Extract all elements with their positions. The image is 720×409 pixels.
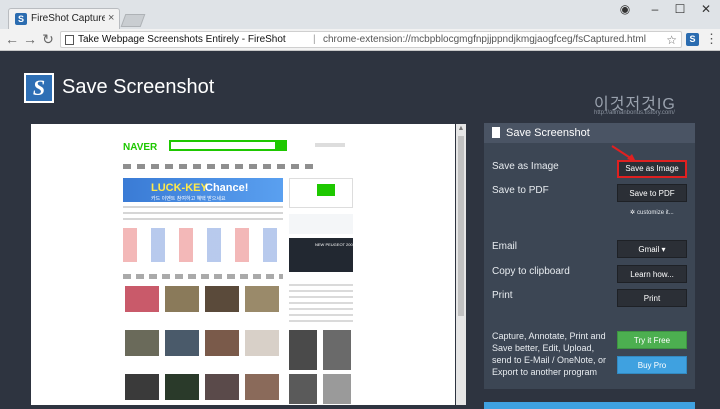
preview-search-box bbox=[169, 140, 277, 151]
scroll-up-icon[interactable]: ▲ bbox=[456, 124, 466, 134]
fireshot-favicon: S bbox=[15, 13, 27, 25]
gear-icon: ✲ bbox=[630, 210, 636, 216]
browser-toolbar: ← → ↻ Take Webpage Screenshots Entirely … bbox=[0, 29, 720, 51]
try-it-free-button[interactable]: Try it Free bbox=[617, 331, 687, 349]
omnibox-separator: | bbox=[313, 34, 316, 45]
learn-how-button[interactable]: Learn how... bbox=[617, 265, 687, 283]
panel-header: Save Screenshot bbox=[484, 123, 695, 143]
address-bar[interactable]: Take Webpage Screenshots Entirely - Fire… bbox=[60, 31, 682, 48]
red-arrow-annotation bbox=[611, 145, 636, 162]
preview-media-logos bbox=[123, 228, 283, 262]
preview-ad-highlight: LUCK-KEY bbox=[151, 182, 208, 194]
fireshot-logo: S bbox=[24, 73, 54, 103]
reload-icon[interactable]: ↻ bbox=[40, 31, 56, 47]
preview-scrollbar[interactable]: ▲ bbox=[456, 124, 466, 405]
preview-thumbnail bbox=[165, 374, 199, 400]
page-icon bbox=[65, 35, 74, 45]
buy-pro-button[interactable]: Buy Pro bbox=[617, 356, 687, 374]
preview-thumbnail bbox=[165, 330, 199, 356]
preview-thumbnail bbox=[245, 330, 279, 356]
preview-weather-widget bbox=[289, 214, 353, 234]
preview-login-button bbox=[317, 184, 335, 196]
preview-thumbnail bbox=[205, 286, 239, 312]
panel-bottom-bar bbox=[484, 402, 695, 409]
preview-site-logo: NAVER bbox=[123, 142, 158, 153]
blog-watermark-url: http://allmanbonus.tistory.com/ bbox=[594, 110, 675, 116]
bookmark-star-icon[interactable]: ☆ bbox=[666, 33, 677, 47]
preview-thumbnail bbox=[323, 374, 351, 404]
customize-link[interactable]: ✲ customize it... bbox=[630, 209, 674, 216]
save-to-pdf-label: Save to PDF bbox=[492, 185, 549, 196]
preview-ad-subtext: 카드 이벤트 참여하고 혜택 받으세요 bbox=[151, 196, 226, 202]
preview-thumbnail bbox=[125, 330, 159, 356]
document-icon bbox=[492, 127, 500, 138]
email-label: Email bbox=[492, 241, 518, 252]
gmail-dropdown-button[interactable]: Gmail ▾ bbox=[617, 240, 687, 258]
preview-side-list bbox=[289, 284, 353, 324]
preview-thumbnail bbox=[323, 330, 351, 370]
preview-thumbnail bbox=[245, 286, 279, 312]
preview-search-button bbox=[275, 140, 287, 151]
browser-menu-icon[interactable]: ⋮ bbox=[705, 31, 718, 47]
profile-icon[interactable]: ◉ bbox=[615, 2, 635, 16]
save-to-pdf-button[interactable]: Save to PDF bbox=[617, 184, 687, 202]
screenshot-preview[interactable]: NAVER LUCK-KEY Chance! 카드 이벤트 참여하고 혜택 받으… bbox=[31, 124, 455, 405]
copy-to-clipboard-label: Copy to clipboard bbox=[492, 266, 570, 277]
customize-label: customize it... bbox=[637, 210, 674, 216]
preview-news-lines bbox=[123, 206, 283, 222]
preview-thumbnail bbox=[125, 374, 159, 400]
preview-thumbnail bbox=[289, 330, 317, 370]
new-tab-button[interactable] bbox=[120, 14, 146, 27]
omnibox-url[interactable]: chrome-extension://mcbpblocgmgfnpjjppndj… bbox=[323, 34, 646, 45]
preview-car-ad-text: NEW PEUGEOT 2008 SUV bbox=[315, 242, 365, 247]
preview-thumbnail bbox=[205, 374, 239, 400]
save-as-image-label: Save as Image bbox=[492, 161, 559, 172]
scrollbar-thumb[interactable] bbox=[458, 136, 464, 316]
preview-ad-text: Chance! bbox=[205, 182, 249, 194]
preview-thumbnail bbox=[205, 330, 239, 356]
tab-close-icon[interactable]: × bbox=[108, 12, 114, 24]
forward-icon[interactable]: → bbox=[22, 31, 38, 47]
preview-thumbnail bbox=[125, 286, 159, 312]
tab-title: FireShot Capture 5 - N bbox=[31, 13, 105, 24]
maximize-icon[interactable]: ☐ bbox=[670, 2, 690, 16]
promo-text: Capture, Annotate, Print and Save better… bbox=[492, 331, 607, 377]
minimize-icon[interactable]: – bbox=[645, 2, 665, 16]
back-icon[interactable]: ← bbox=[4, 31, 20, 47]
fireshot-extension-icon[interactable]: S bbox=[686, 33, 699, 46]
save-options-panel: Save Screenshot Save as Image Save as Im… bbox=[484, 123, 695, 389]
preview-thumbnail bbox=[289, 374, 317, 404]
browser-tab[interactable]: S FireShot Capture 5 - N × bbox=[8, 8, 120, 29]
preview-nav-menu bbox=[123, 164, 313, 169]
preview-top-links bbox=[315, 143, 345, 147]
preview-content-tabs bbox=[123, 274, 283, 279]
close-window-icon[interactable]: ✕ bbox=[696, 2, 716, 16]
print-button[interactable]: Print bbox=[617, 289, 687, 307]
browser-titlebar: S FireShot Capture 5 - N × ◉ – ☐ ✕ bbox=[0, 0, 720, 29]
preview-thumbnail bbox=[245, 374, 279, 400]
page-title: Save Screenshot bbox=[62, 76, 215, 98]
panel-title: Save Screenshot bbox=[506, 127, 590, 139]
preview-thumbnail bbox=[165, 286, 199, 312]
omnibox-page-title: Take Webpage Screenshots Entirely - Fire… bbox=[78, 34, 286, 45]
print-label: Print bbox=[492, 290, 513, 301]
